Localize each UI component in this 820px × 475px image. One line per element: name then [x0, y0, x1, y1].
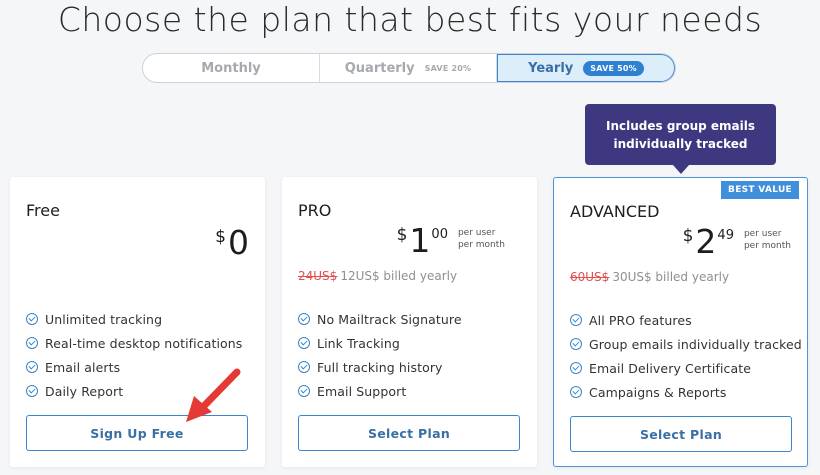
list-item: No Mailtrack Signature [298, 307, 462, 331]
feature-list: All PRO features Group emails individual… [570, 308, 802, 404]
feature-list: No Mailtrack Signature Link Tracking Ful… [298, 307, 462, 403]
price-period: per user per month [458, 227, 505, 251]
price-currency: $ [682, 226, 694, 246]
list-item: Unlimited tracking [26, 307, 242, 331]
check-circle-icon [298, 385, 310, 397]
check-circle-icon [298, 313, 310, 325]
feature-text: Daily Report [45, 383, 124, 399]
price-period-line1: per user [743, 229, 782, 239]
price-period-line2: per month [457, 240, 505, 250]
feature-text: All PRO features [589, 312, 692, 328]
price-period-line1: per user [457, 228, 496, 238]
check-circle-icon [298, 361, 310, 373]
check-circle-icon [26, 337, 38, 349]
list-item: Real-time desktop notifications [26, 331, 242, 355]
plan-price: $ 2 49 per user per month [683, 224, 791, 260]
plan-card-pro: PRO $ 1 00 per user per month 24US$ 12US$… [282, 177, 537, 467]
plan-name: Free [26, 201, 60, 220]
best-value-badge: BEST VALUE [721, 181, 799, 199]
feature-text: No Mailtrack Signature [317, 311, 462, 327]
select-plan-button[interactable]: Select Plan [570, 416, 792, 452]
check-circle-icon [570, 314, 582, 326]
list-item: Campaigns & Reports [570, 380, 802, 404]
original-price: 24US$ [298, 269, 338, 283]
price-cents: 00 [431, 227, 448, 242]
list-item: Email Delivery Certificate [570, 356, 802, 380]
price-whole: 2 [695, 222, 717, 261]
feature-text: Email Delivery Certificate [589, 360, 752, 376]
plan-name: PRO [298, 201, 332, 220]
billing-option-label: Yearly [528, 60, 574, 76]
list-item: All PRO features [570, 308, 802, 332]
check-circle-icon [570, 338, 582, 350]
price-whole: 0 [228, 223, 249, 262]
check-circle-icon [298, 337, 310, 349]
billed-text: 30US$ billed yearly [612, 270, 730, 284]
billing-option-label: Quarterly [344, 60, 415, 76]
price-period-line2: per month [743, 241, 791, 251]
billing-option-yearly[interactable]: Yearly SAVE 50% [497, 54, 675, 82]
price-cents: 49 [717, 228, 734, 243]
page-headline: Choose the plan that best fits your need… [57, 0, 763, 39]
group-emails-tooltip: Includes group emails individually track… [585, 104, 776, 174]
save-badge: SAVE 50% [583, 60, 644, 76]
price-period: per user per month [744, 228, 791, 252]
plan-price: $ 0 [215, 225, 249, 261]
feature-text: Email alerts [45, 359, 121, 375]
billing-option-label: Monthly [201, 60, 261, 76]
red-arrow-annotation-icon [186, 368, 241, 422]
feature-text: Email Support [317, 383, 407, 399]
list-item: Full tracking history [298, 355, 462, 379]
check-circle-icon [26, 385, 38, 397]
feature-text: Full tracking history [317, 359, 443, 375]
list-item: Link Tracking [298, 331, 462, 355]
plan-price: $ 1 00 per user per month [397, 223, 505, 259]
feature-text: Unlimited tracking [45, 311, 163, 327]
feature-text: Group emails individually tracked [589, 336, 802, 352]
check-circle-icon [26, 361, 38, 373]
tooltip-text: Includes group emails individually track… [606, 118, 755, 151]
original-price: 60US$ [570, 270, 610, 284]
check-circle-icon [570, 386, 582, 398]
feature-text: Campaigns & Reports [589, 384, 727, 400]
price-currency: $ [215, 227, 226, 247]
billing-option-quarterly[interactable]: Quarterly SAVE 20% [320, 54, 497, 82]
check-circle-icon [570, 362, 582, 374]
check-circle-icon [26, 313, 38, 325]
save-badge: SAVE 20% [424, 63, 472, 73]
feature-text: Link Tracking [317, 335, 400, 351]
billed-yearly-note: 24US$ 12US$ billed yearly [298, 269, 457, 283]
price-currency: $ [396, 225, 408, 245]
select-plan-button[interactable]: Select Plan [298, 415, 520, 451]
plan-card-advanced: BEST VALUE ADVANCED $ 2 49 per user per … [553, 177, 808, 467]
price-whole: 1 [409, 221, 431, 260]
plan-name: ADVANCED [570, 202, 660, 221]
billing-period-toggle: Monthly Quarterly SAVE 20% Yearly SAVE 5… [142, 53, 676, 83]
billing-option-monthly[interactable]: Monthly [143, 54, 320, 82]
feature-text: Real-time desktop notifications [45, 335, 243, 351]
billed-text: 12US$ billed yearly [340, 269, 458, 283]
list-item: Email Support [298, 379, 462, 403]
billed-yearly-note: 60US$ 30US$ billed yearly [570, 270, 729, 284]
list-item: Group emails individually tracked [570, 332, 802, 356]
